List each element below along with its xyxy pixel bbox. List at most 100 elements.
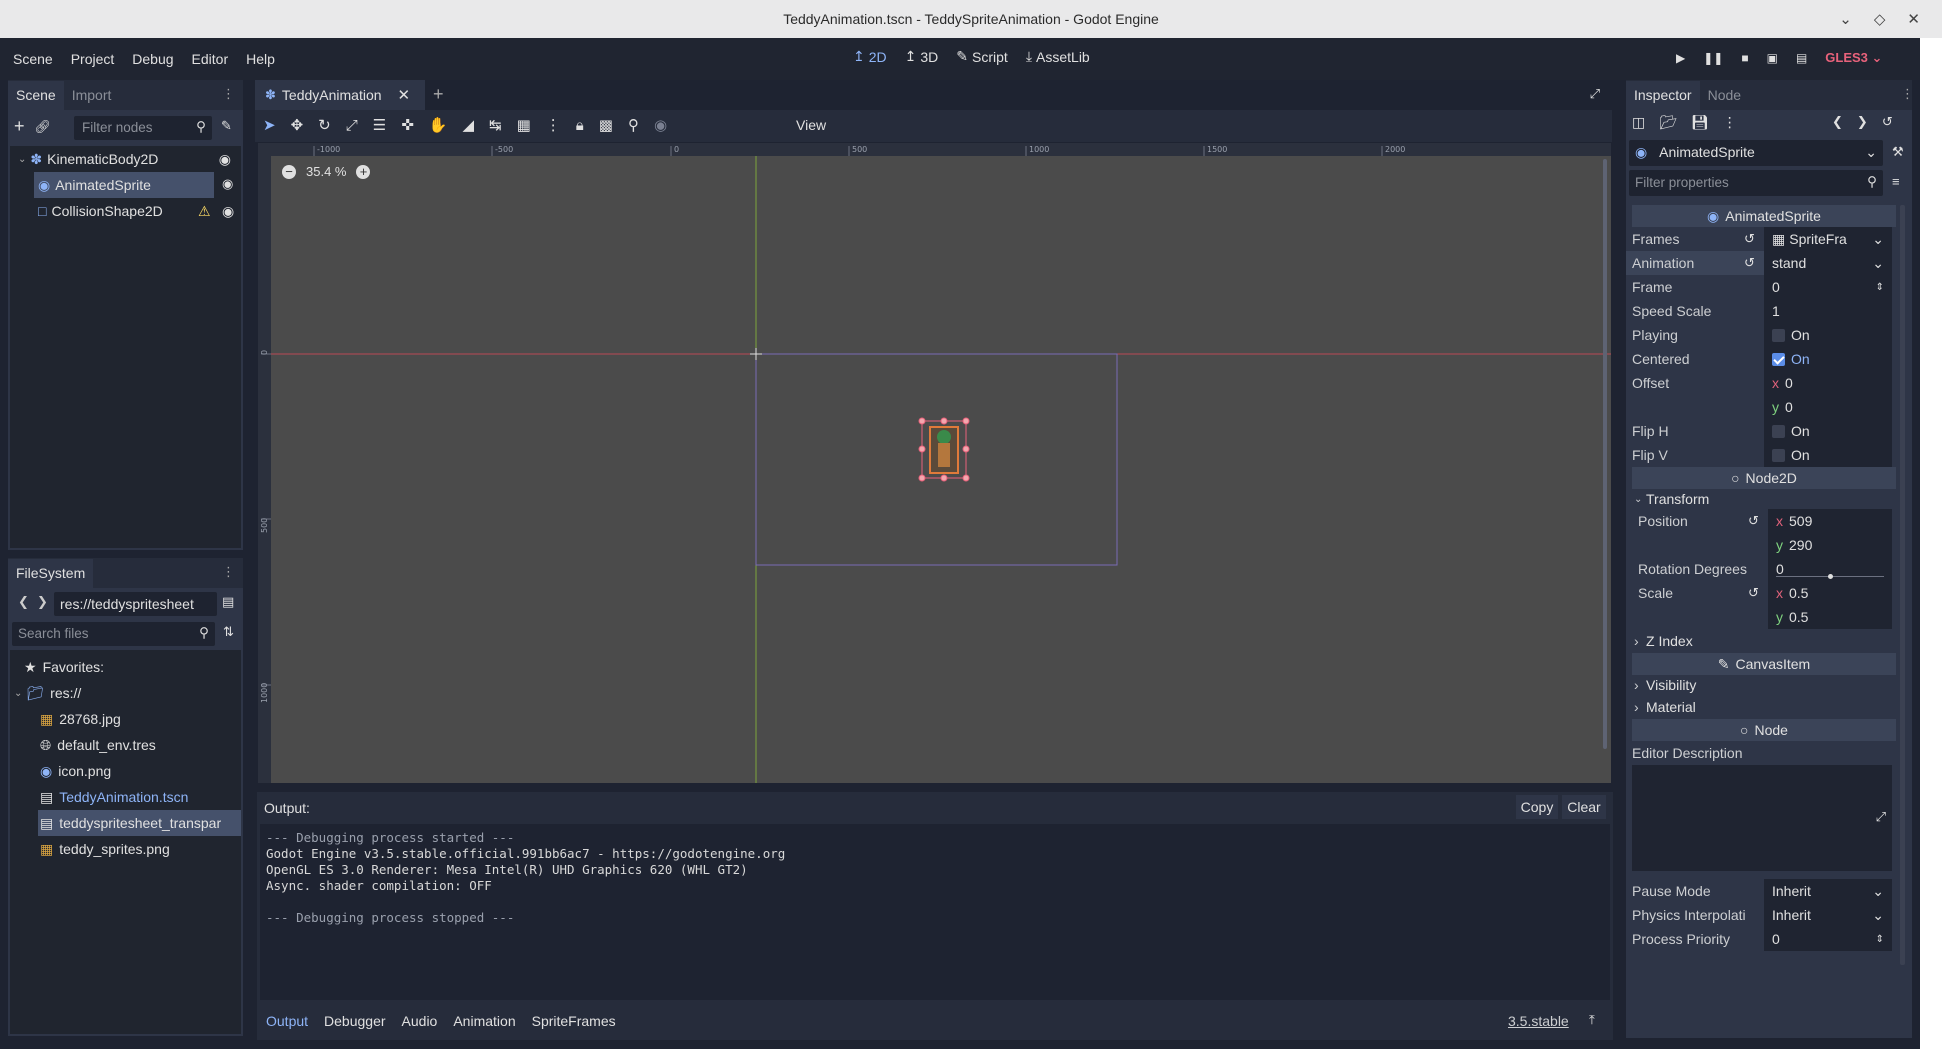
2d-viewport[interactable]: -1000 -500 0 500 1000 1500 2000 0 500 10… <box>258 143 1611 783</box>
revert-icon[interactable]: ↺ <box>1748 513 1759 529</box>
mode-3d-button[interactable]: ↥ 3D <box>905 48 939 65</box>
scene-tab[interactable]: ✽ TeddyAnimation ✕ <box>255 80 425 110</box>
list-select-icon[interactable]: ☰ <box>373 116 386 134</box>
tab-spriteframes[interactable]: SpriteFrames <box>532 1013 616 1029</box>
menu-project[interactable]: Project <box>71 51 115 67</box>
maximize-icon[interactable]: ◇ <box>1874 10 1886 28</box>
viewport-scrollbar[interactable] <box>1603 159 1607 749</box>
distraction-free-icon[interactable]: ⤢ <box>1590 86 1600 102</box>
physics-interpolation-select[interactable]: Inherit ⌄ <box>1764 903 1892 927</box>
scale-x-field[interactable]: x 0.5 <box>1768 581 1892 605</box>
rotation-slider[interactable]: 0 <box>1768 557 1892 581</box>
file-item[interactable]: 🌐︎ default_env.tres <box>40 732 156 758</box>
file-item[interactable]: ▦ teddy_sprites.png <box>40 836 170 862</box>
revert-icon[interactable]: ↺ <box>1744 231 1755 247</box>
play-custom-scene-icon[interactable]: ▤ <box>1796 51 1807 65</box>
lock-icon[interactable]: 🔒︎ <box>576 117 584 134</box>
group-z-index[interactable]: › Z Index <box>1626 631 1896 651</box>
position-y-field[interactable]: y 290 <box>1768 533 1892 557</box>
menu-help[interactable]: Help <box>246 51 275 67</box>
pivot-tool-icon[interactable]: ✜ <box>401 116 414 134</box>
scale-y-field[interactable]: y 0.5 <box>1768 605 1892 629</box>
grid-snap-icon[interactable]: ▦ <box>517 116 531 134</box>
horizontal-ruler[interactable] <box>258 143 1611 156</box>
revert-icon[interactable]: ↺ <box>1748 585 1759 601</box>
more-icon[interactable]: ⋮ <box>1723 114 1737 131</box>
tab-node[interactable]: Node <box>1700 81 1749 110</box>
menu-debug[interactable]: Debug <box>132 51 173 67</box>
dock-menu-icon[interactable]: ⋮ <box>1901 86 1912 102</box>
tab-scene[interactable]: Scene <box>8 81 64 110</box>
favorites-item[interactable]: ★ Favorites: <box>24 654 104 680</box>
forward-icon[interactable]: ❯ <box>37 594 48 610</box>
spinner-icon[interactable]: ⇕ <box>1876 934 1884 945</box>
view-menu[interactable]: View <box>796 117 826 133</box>
flip-v-checkbox[interactable]: On <box>1764 443 1892 467</box>
tree-node-kinematicbody2d[interactable]: ⌄ ✽ KinematicBody2D ◉ <box>12 146 241 172</box>
collapse-icon[interactable]: ⌄ <box>14 688 22 699</box>
menu-scene[interactable]: Scene <box>13 51 53 67</box>
group-transform[interactable]: ⌄ Transform <box>1626 489 1896 509</box>
output-log[interactable]: --- Debugging process started --- Godot … <box>260 824 1610 1000</box>
save-resource-icon[interactable]: 💾︎ <box>1691 114 1709 131</box>
play-scene-icon[interactable]: ▣ <box>1767 51 1778 65</box>
copy-button[interactable]: Copy <box>1516 795 1558 819</box>
filter-nodes-input[interactable]: Filter nodes ⚲ <box>74 116 212 140</box>
scene-script-icon[interactable]: ✎ <box>221 118 232 134</box>
revert-icon[interactable]: ↺ <box>1744 255 1755 271</box>
flip-h-checkbox[interactable]: On <box>1764 419 1892 443</box>
tab-inspector[interactable]: Inspector <box>1626 81 1700 110</box>
object-tools-icon[interactable]: ⚒ <box>1892 144 1904 160</box>
process-priority-spinbox[interactable]: 0 ⇕ <box>1764 927 1892 951</box>
frame-spinbox[interactable]: 0 ⇕ <box>1764 275 1892 299</box>
slider-handle[interactable] <box>1828 574 1833 579</box>
bone-icon[interactable]: ⚲ <box>628 116 639 134</box>
snap-options-icon[interactable]: ⋮ <box>546 116 561 134</box>
editor-description-textarea[interactable]: ⤢ <box>1632 765 1892 871</box>
smart-snap-icon[interactable]: ↹ <box>489 116 502 134</box>
open-resource-icon[interactable]: 📂︎ <box>1659 114 1677 131</box>
object-selector[interactable]: ◉ AnimatedSprite ⌄ <box>1629 140 1883 166</box>
speed-scale-field[interactable]: 1 <box>1764 299 1892 323</box>
history-back-icon[interactable]: ❮ <box>1832 114 1843 130</box>
centered-checkbox[interactable]: On <box>1764 347 1892 371</box>
visibility-eye-icon[interactable]: ◉ <box>222 203 234 220</box>
mode-2d-button[interactable]: ↥ 2D <box>853 48 887 65</box>
close-tab-icon[interactable]: ✕ <box>398 86 411 104</box>
clear-button[interactable]: Clear <box>1562 795 1606 819</box>
tab-animation[interactable]: Animation <box>453 1013 515 1029</box>
minimize-icon[interactable]: ⌄ <box>1839 10 1852 28</box>
position-x-field[interactable]: x 509 <box>1768 509 1892 533</box>
animated-sprite-selection[interactable] <box>918 417 970 482</box>
link-icon[interactable]: 🔗︎ <box>35 119 52 135</box>
tab-audio[interactable]: Audio <box>402 1013 438 1029</box>
select-tool-icon[interactable]: ➤ <box>263 116 276 134</box>
file-item-current-scene[interactable]: ▤ TeddyAnimation.tscn <box>40 784 188 810</box>
play-icon[interactable]: ▶ <box>1676 51 1685 65</box>
dock-menu-icon[interactable]: ⋮ <box>222 86 243 110</box>
version-link[interactable]: 3.5.stable <box>1508 1013 1569 1029</box>
move-tool-icon[interactable]: ✥ <box>291 116 304 134</box>
file-item-selected[interactable]: ▤ teddyspritesheet_transpar <box>38 810 241 836</box>
add-scene-tab-icon[interactable]: + <box>433 84 444 105</box>
spinner-icon[interactable]: ⇕ <box>1876 282 1884 293</box>
group-visibility[interactable]: › Visibility <box>1626 675 1896 695</box>
filter-properties-input[interactable]: Filter properties ⚲ <box>1629 170 1883 196</box>
tab-output[interactable]: Output <box>266 1013 308 1029</box>
history-forward-icon[interactable]: ❯ <box>1857 114 1868 130</box>
playing-checkbox[interactable]: On <box>1764 323 1892 347</box>
animation-select[interactable]: stand ⌄ <box>1764 251 1892 275</box>
path-field[interactable]: res://teddyspritesheet <box>54 592 217 616</box>
frames-resource-field[interactable]: ▦ SpriteFra ⌄ <box>1764 227 1892 251</box>
offset-y-field[interactable]: y0 <box>1764 395 1892 419</box>
new-resource-icon[interactable]: ◫ <box>1632 114 1645 131</box>
zoom-in-icon[interactable]: + <box>356 164 371 179</box>
split-view-icon[interactable]: ▤ <box>222 594 234 610</box>
zoom-out-icon[interactable]: − <box>282 164 296 179</box>
history-icon[interactable]: ↺ <box>1882 114 1893 130</box>
warning-icon[interactable]: ⚠ <box>198 203 211 220</box>
tab-import[interactable]: Import <box>64 81 120 110</box>
back-icon[interactable]: ❮ <box>18 594 29 610</box>
mode-script-button[interactable]: ✎ Script <box>956 48 1008 65</box>
rotate-tool-icon[interactable]: ↻ <box>318 116 331 134</box>
